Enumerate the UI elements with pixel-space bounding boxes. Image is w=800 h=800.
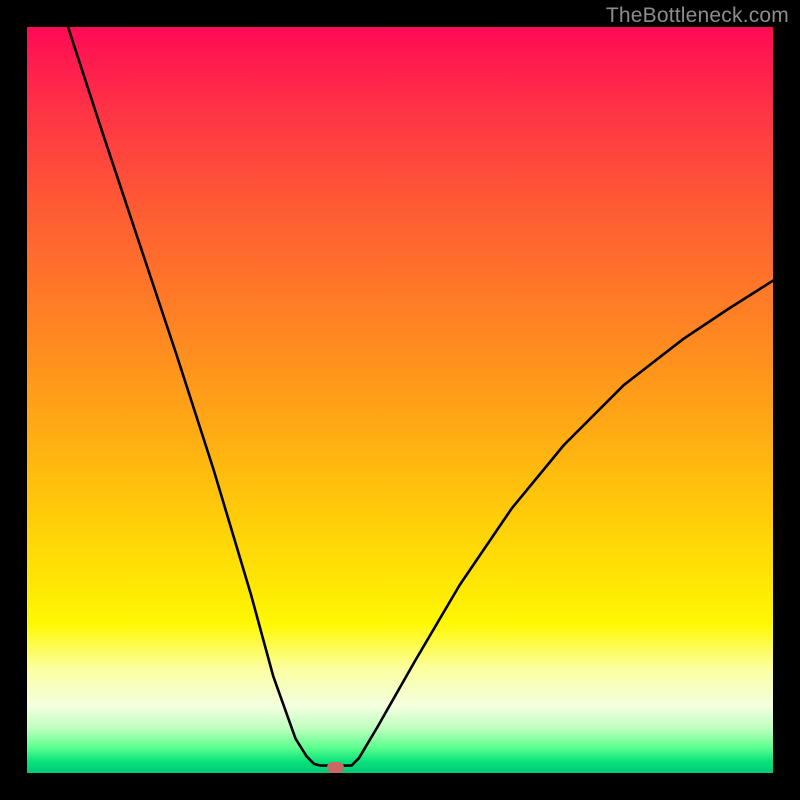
plot-area bbox=[27, 27, 773, 773]
watermark-text: TheBottleneck.com bbox=[606, 4, 789, 28]
bottleneck-curve bbox=[27, 27, 773, 773]
optimal-point-marker bbox=[327, 762, 344, 773]
chart-frame: TheBottleneck.com bbox=[0, 0, 800, 800]
